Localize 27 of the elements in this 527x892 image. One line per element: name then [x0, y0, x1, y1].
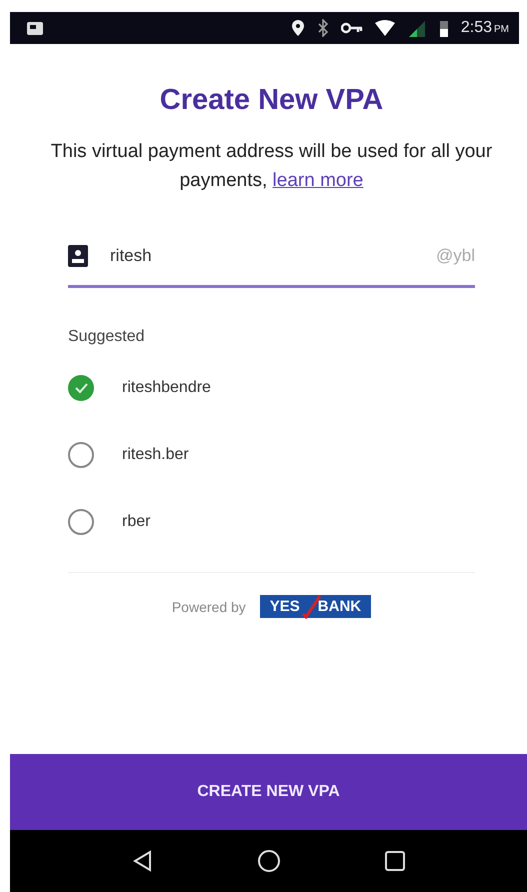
radio-icon[interactable]: [68, 509, 94, 535]
contact-icon: [68, 245, 88, 267]
learn-more-link[interactable]: learn more: [272, 170, 364, 191]
radio-icon[interactable]: [68, 442, 94, 468]
vpa-input-field[interactable]: ritesh @ybl: [68, 231, 475, 288]
page-title: Create New VPA: [158, 84, 384, 117]
back-icon[interactable]: [132, 850, 154, 872]
wifi-icon: [374, 20, 395, 36]
battery-icon: [438, 19, 449, 37]
clock-time: 2:53 PM: [460, 19, 509, 37]
recents-icon[interactable]: [384, 850, 406, 872]
checked-radio-icon[interactable]: [68, 375, 94, 401]
suggestion-option[interactable]: ritesh.ber: [68, 435, 475, 475]
domain-suffix: @ybl: [436, 246, 475, 266]
create-vpa-button[interactable]: CREATE NEW VPA: [10, 754, 527, 830]
section-label: Suggested: [68, 328, 145, 346]
signal-icon: [406, 19, 427, 37]
powered-by-text: Powered by: [172, 598, 246, 614]
notification-icon: [26, 19, 46, 37]
bluetooth-icon: [316, 19, 329, 37]
description-text: This virtual payment address will be used for all your payments, learn more: [50, 140, 494, 193]
bank-logo: YES BANK: [260, 595, 372, 618]
location-icon: [290, 19, 305, 37]
key-icon: [340, 22, 363, 34]
home-icon[interactable]: [256, 849, 280, 873]
suggestion-option[interactable]: riteshbendre: [68, 368, 475, 408]
suggestion-option[interactable]: rber: [68, 502, 475, 542]
